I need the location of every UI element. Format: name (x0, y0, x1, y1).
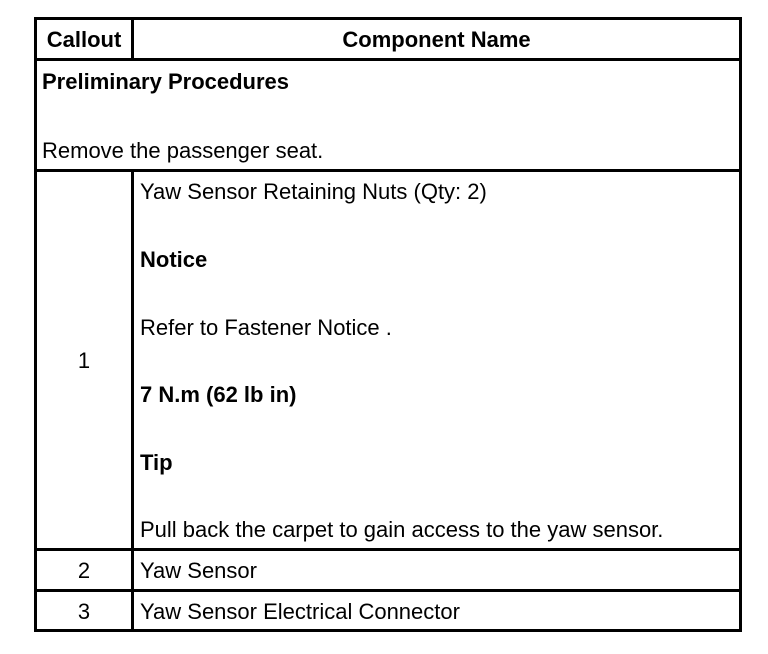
preliminary-text: Remove the passenger seat. (42, 138, 324, 163)
row1-name: Yaw Sensor Retaining Nuts (Qty: 2) (140, 179, 487, 204)
preliminary-divider (37, 169, 739, 172)
column-divider-body (131, 169, 134, 632)
component-table: Callout Component Name Preliminary Proce… (34, 17, 742, 632)
preliminary-heading: Preliminary Procedures (42, 69, 290, 94)
header-divider (37, 58, 739, 61)
row1-callout: 1 (77, 348, 91, 373)
row1-tip-heading: Tip (140, 450, 173, 475)
row1-torque: 7 N.m (62 lb in) (140, 382, 297, 407)
header-callout: Callout (46, 27, 122, 52)
row1-notice-text: Refer to Fastener Notice . (140, 315, 392, 340)
row2-divider (37, 589, 739, 592)
header-component-name: Component Name (342, 27, 531, 52)
row3-callout: 3 (77, 599, 91, 624)
row1-notice-heading: Notice (140, 247, 208, 272)
row3-name: Yaw Sensor Electrical Connector (140, 599, 460, 624)
row1-divider (37, 548, 739, 551)
row2-callout: 2 (77, 558, 91, 583)
row1-tip-text: Pull back the carpet to gain access to t… (140, 517, 664, 542)
row2-name: Yaw Sensor (140, 558, 257, 583)
